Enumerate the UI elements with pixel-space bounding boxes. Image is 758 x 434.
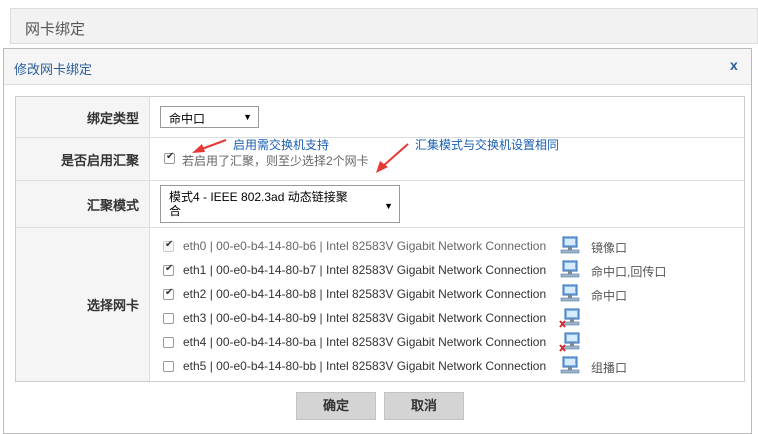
network-connected-icon [559, 284, 581, 304]
nic-list: eth0 | 00-e0-b4-14-80-b6 | Intel 82583V … [151, 228, 745, 381]
row-nic-select: 选择网卡 eth0 | 00-e0-b4-14-80-b6 | Intel 82… [16, 228, 746, 381]
close-button[interactable]: x [730, 57, 738, 73]
ok-button[interactable]: 确定 [296, 392, 376, 420]
nic-checkbox[interactable] [163, 287, 174, 300]
nic-role: 命中口 [591, 289, 628, 303]
bind-type-select[interactable]: 命中口 ▼ [160, 106, 259, 128]
nic-label: eth3 | 00-e0-b4-14-80-b9 | Intel 82583V … [183, 311, 547, 325]
network-connected-icon [559, 260, 581, 280]
dialog-title: 修改网卡绑定 [14, 62, 93, 77]
network-disconnected-icon [559, 308, 581, 328]
nic-checkbox[interactable] [163, 313, 174, 324]
annotation-switch-support: 启用需交换机支持 [233, 138, 330, 152]
nic-row: eth5 | 00-e0-b4-14-80-bb | Intel 82583V … [163, 356, 743, 378]
aggregation-label: 是否启用汇聚 [16, 138, 150, 180]
row-aggregation: 是否启用汇聚 若启用了汇聚，则至少选择2个网卡 [16, 138, 746, 181]
nic-row: eth0 | 00-e0-b4-14-80-b6 | Intel 82583V … [163, 236, 743, 258]
edit-nic-binding-dialog: 修改网卡绑定 x 绑定类型 命中口 ▼ 是否启用汇聚 若启用了汇聚，则至少选择2… [3, 48, 752, 434]
nic-label: eth5 | 00-e0-b4-14-80-bb | Intel 82583V … [183, 359, 547, 373]
nic-role: 组播口 [591, 361, 628, 375]
nic-row: eth3 | 00-e0-b4-14-80-b9 | Intel 82583V … [163, 308, 743, 330]
nic-checkbox [163, 239, 174, 252]
nic-label: eth0 | 00-e0-b4-14-80-b6 | Intel 82583V … [183, 239, 547, 253]
aggregation-hint: 若启用了汇聚，则至少选择2个网卡 [182, 154, 369, 168]
cancel-button[interactable]: 取消 [384, 392, 464, 420]
dialog-header: 修改网卡绑定 x [4, 49, 751, 85]
agg-mode-label: 汇聚模式 [16, 181, 150, 227]
nic-label: eth1 | 00-e0-b4-14-80-b7 | Intel 82583V … [183, 263, 547, 277]
chevron-down-icon: ▼ [384, 201, 393, 211]
nic-row: eth1 | 00-e0-b4-14-80-b7 | Intel 82583V … [163, 260, 743, 282]
nic-select-label: 选择网卡 [16, 228, 150, 381]
row-agg-mode: 汇聚模式 模式4 - IEEE 802.3ad 动态链接聚 合 ▼ [16, 181, 746, 228]
nic-row: eth4 | 00-e0-b4-14-80-ba | Intel 82583V … [163, 332, 743, 354]
page-title: 网卡绑定 [25, 21, 86, 38]
chevron-down-icon: ▼ [243, 112, 252, 122]
agg-mode-select[interactable]: 模式4 - IEEE 802.3ad 动态链接聚 合 ▼ [160, 185, 400, 223]
aggregation-checkbox[interactable] [164, 151, 175, 164]
nic-checkbox[interactable] [163, 337, 174, 348]
page-title-bar: 网卡绑定 [10, 8, 758, 44]
background-page: 网卡绑定 [0, 0, 758, 52]
nic-checkbox[interactable] [163, 263, 174, 276]
network-connected-icon [559, 356, 581, 376]
nic-role: 镜像口 [591, 241, 628, 255]
bind-type-label: 绑定类型 [16, 97, 150, 137]
network-connected-icon [559, 236, 581, 256]
annotation-mode-match: 汇集模式与交换机设置相同 [415, 138, 560, 152]
nic-label: eth2 | 00-e0-b4-14-80-b8 | Intel 82583V … [183, 287, 547, 301]
nic-row: eth2 | 00-e0-b4-14-80-b8 | Intel 82583V … [163, 284, 743, 306]
nic-role: 命中口,回传口 [591, 265, 667, 279]
form-table: 绑定类型 命中口 ▼ 是否启用汇聚 若启用了汇聚，则至少选择2个网卡 汇聚模式 … [15, 96, 746, 382]
nic-label: eth4 | 00-e0-b4-14-80-ba | Intel 82583V … [183, 335, 547, 349]
network-disconnected-icon [559, 332, 581, 352]
row-bind-type: 绑定类型 命中口 ▼ [16, 97, 746, 138]
nic-checkbox[interactable] [163, 361, 174, 372]
